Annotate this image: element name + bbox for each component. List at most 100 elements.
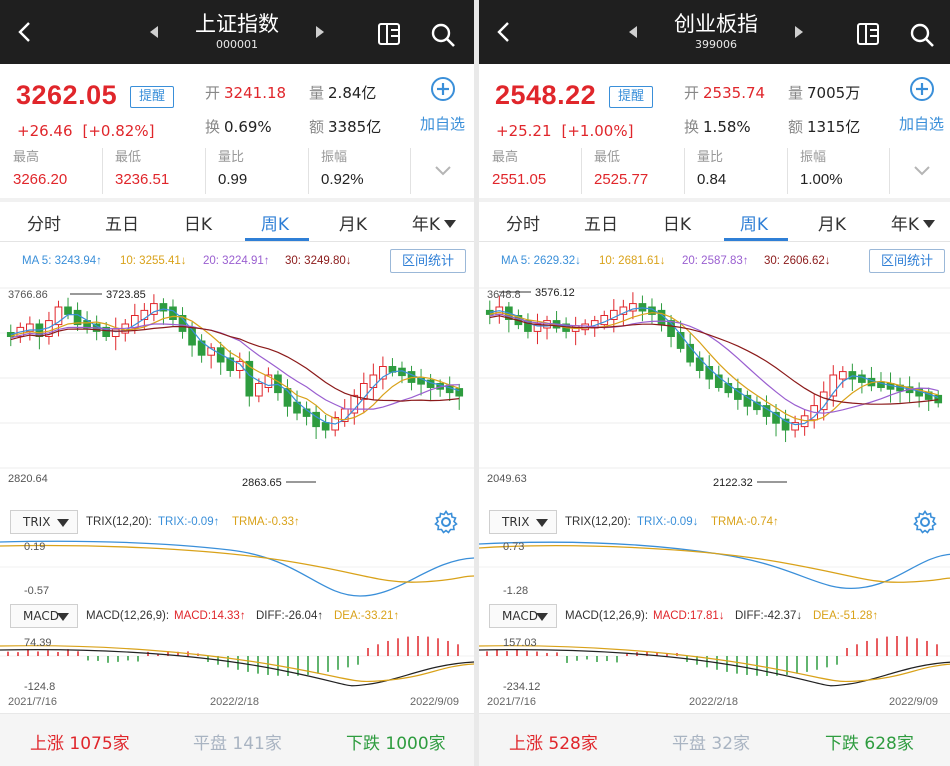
amplitude-label: 振幅 <box>800 150 827 165</box>
tab-0[interactable]: 分时 <box>14 210 74 235</box>
flat-label: 平盘 <box>193 734 227 754</box>
dea-line <box>479 645 950 683</box>
split-screen-icon[interactable] <box>856 22 882 46</box>
tab-5[interactable]: 年K <box>881 210 945 235</box>
change-percent: [+0.82%] <box>82 122 155 140</box>
tab-0[interactable]: 分时 <box>493 210 553 235</box>
high-label: 最高 <box>13 150 40 165</box>
dropdown-caret-icon <box>57 613 69 621</box>
stat-volume-ratio: 量比 0.99 <box>218 148 247 194</box>
alert-button[interactable]: 提醒 <box>130 86 174 108</box>
open-label: 开 <box>205 84 221 102</box>
back-arrow-icon[interactable] <box>493 20 517 44</box>
trix-selector[interactable]: TRIX <box>10 510 78 534</box>
previous-index-icon[interactable] <box>150 26 158 38</box>
chevron-down-icon[interactable] <box>913 164 931 178</box>
add-watchlist-label[interactable]: 加自选 <box>420 113 465 134</box>
amount-value: 3385亿 <box>328 118 382 136</box>
top-bar: 创业板指 399006 <box>479 0 950 64</box>
tab-1[interactable]: 五日 <box>571 210 631 235</box>
declining-count: 下跌 628家 <box>825 729 914 754</box>
trix-selector[interactable]: TRIX <box>489 510 557 534</box>
tab-5[interactable]: 年K <box>402 210 466 235</box>
range-stats-button[interactable]: 区间统计 <box>869 249 945 273</box>
amount: 额 1315亿 <box>788 116 860 137</box>
kline-svg: 3766.86 2820.64 3723.85 2863.65 <box>0 287 474 489</box>
macd-params: MACD(12,26,9): <box>86 610 170 622</box>
stat-amplitude: 振幅 0.92% <box>321 148 364 194</box>
diff-line <box>0 649 474 687</box>
macd-selector[interactable]: MACD <box>489 604 557 628</box>
candle-up <box>111 328 120 337</box>
kline-max-label: 3723.85 <box>106 289 146 301</box>
search-icon[interactable] <box>430 22 456 48</box>
flat-label: 平盘 <box>672 734 706 754</box>
tab-3[interactable]: 周K <box>724 210 784 235</box>
trix-axis-top: 0.19 <box>24 541 45 553</box>
tab-2[interactable]: 日K <box>647 210 707 235</box>
next-index-icon[interactable] <box>795 26 803 38</box>
kline-axis-top: 3648.8 <box>487 289 521 301</box>
high-value: 2551.05 <box>492 171 547 188</box>
gear-icon[interactable] <box>434 510 458 534</box>
trix-svg: 0.73 -1.28 <box>479 541 950 597</box>
dropdown-caret-icon <box>536 613 548 621</box>
gear-icon[interactable] <box>913 510 937 534</box>
tab-4[interactable]: 月K <box>802 210 862 235</box>
active-tab-indicator <box>724 238 788 241</box>
kline-min-label: 2122.32 <box>713 477 753 489</box>
macd-axis-top: 157.03 <box>503 637 537 649</box>
index-title: 创业板指 <box>674 12 758 36</box>
next-index-icon[interactable] <box>316 26 324 38</box>
stat-divider <box>581 148 582 194</box>
macd-selector-label: MACD <box>23 609 59 623</box>
active-tab-indicator <box>245 238 309 241</box>
amount-label: 额 <box>309 118 325 136</box>
kline-max-label: 3576.12 <box>535 287 575 299</box>
tab-1[interactable]: 五日 <box>92 210 152 235</box>
back-arrow-icon[interactable] <box>14 20 38 44</box>
tab-2[interactable]: 日K <box>168 210 228 235</box>
trix-chart: 0.73 -1.28 <box>479 536 950 598</box>
split-screen-icon[interactable] <box>377 22 403 46</box>
declining-value: 1000家 <box>385 734 446 754</box>
open-label: 开 <box>684 84 700 102</box>
previous-index-icon[interactable] <box>629 26 637 38</box>
volume-ratio-label: 量比 <box>697 150 724 165</box>
macd-selector[interactable]: MACD <box>10 604 78 628</box>
low-label: 最低 <box>594 150 621 165</box>
dea-value: DEA:-33.21↑ <box>334 610 400 622</box>
volume: 量 2.84亿 <box>309 82 376 103</box>
dea-value: DEA:-51.28↑ <box>813 610 879 622</box>
turnover-label: 换 <box>684 118 700 136</box>
kline-chart[interactable]: 3766.86 2820.64 3723.85 2863.65 <box>0 278 474 498</box>
range-stats-button[interactable]: 区间统计 <box>390 249 466 273</box>
turnover: 换 1.58% <box>684 116 751 137</box>
stats-row: 最高 3266.20 最低 3236.51 量比 0.99 振幅 0.92% <box>0 148 474 198</box>
chevron-down-icon[interactable] <box>434 164 452 178</box>
market-breadth-bar: 上涨 1075家 平盘 141家 下跌 1000家 <box>0 713 474 766</box>
turnover-value: 0.69% <box>224 118 272 136</box>
search-icon[interactable] <box>909 22 935 48</box>
amount-value: 1315亿 <box>807 118 861 136</box>
tab-3[interactable]: 周K <box>245 210 305 235</box>
dropdown-caret-icon <box>536 519 548 527</box>
date-mid: 2022/2/18 <box>210 696 259 708</box>
add-watchlist-label[interactable]: 加自选 <box>899 113 944 134</box>
alert-button[interactable]: 提醒 <box>609 86 653 108</box>
tab-4[interactable]: 月K <box>323 210 383 235</box>
add-watchlist-icon[interactable] <box>430 76 456 102</box>
stat-divider <box>308 148 309 194</box>
candle-down <box>695 357 704 371</box>
trix-selector-label: TRIX <box>502 515 530 529</box>
kline-svg: 3648.8 2049.63 3576.12 2122.32 <box>479 287 950 489</box>
stat-high: 最高 3266.20 <box>13 148 67 194</box>
ma10-value: 10: 2681.61↓ <box>599 255 666 267</box>
kline-chart[interactable]: 3648.8 2049.63 3576.12 2122.32 <box>479 278 950 498</box>
price-change: +26.46 [+0.82%] <box>17 122 164 140</box>
flat-count: 平盘 141家 <box>193 729 282 754</box>
turnover: 换 0.69% <box>205 116 272 137</box>
kline-axis-bottom: 2049.63 <box>487 473 527 485</box>
candle-up <box>543 320 551 329</box>
add-watchlist-icon[interactable] <box>909 76 935 102</box>
